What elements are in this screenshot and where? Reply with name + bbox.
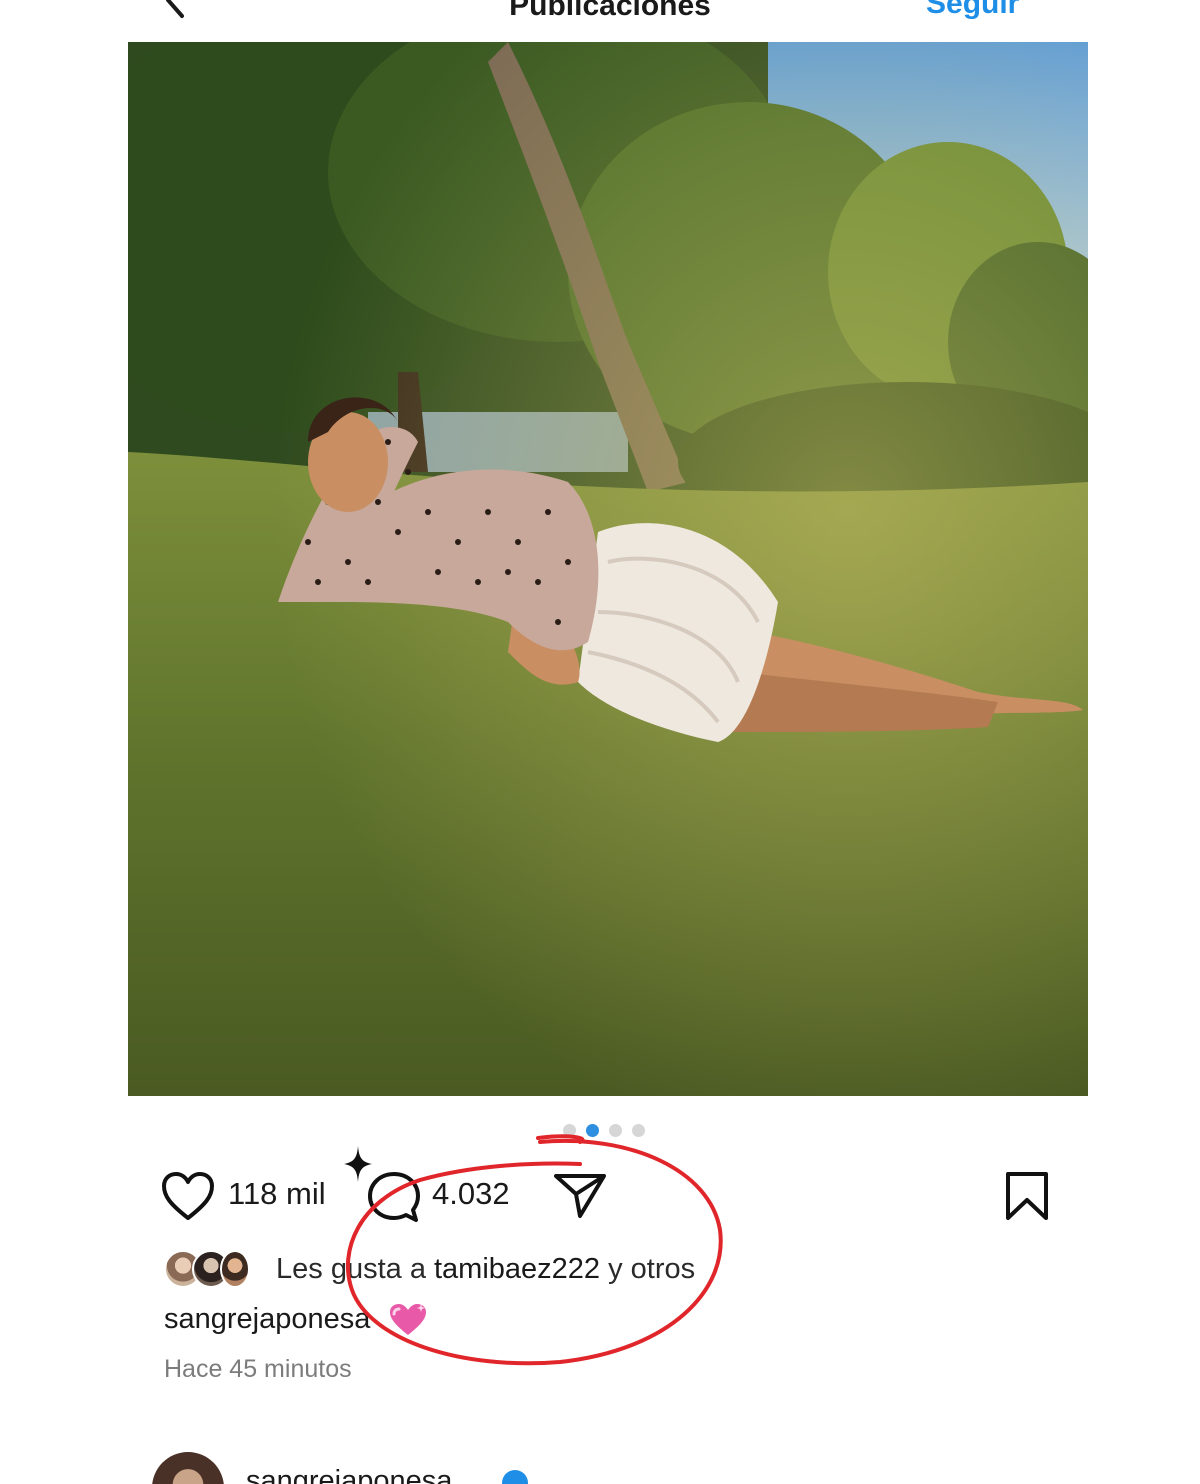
action-bar: 118 mil 4.032 xyxy=(0,1146,1200,1230)
post-caption: sangrejaponesa xyxy=(164,1300,428,1338)
carousel-dot xyxy=(632,1124,645,1137)
liked-by-text: Les gusta a tamibaez222 y otros xyxy=(276,1252,695,1286)
post-image xyxy=(128,42,1088,1096)
liker-avatars xyxy=(164,1250,274,1290)
carousel-indicator xyxy=(563,1124,645,1137)
post-timestamp: Hace 45 minutos xyxy=(164,1355,352,1383)
top-bar: Publicaciones Seguir xyxy=(0,0,1200,40)
heart-outline-icon[interactable] xyxy=(160,1170,216,1222)
comment-count[interactable]: 4.032 xyxy=(432,1176,510,1212)
follow-button[interactable]: Seguir xyxy=(926,0,1019,22)
paper-plane-icon[interactable] xyxy=(552,1170,608,1220)
next-post-username[interactable]: sangrejaponesa xyxy=(246,1464,452,1484)
liked-by-row[interactable]: Les gusta a tamibaez222 y otros xyxy=(164,1250,964,1290)
liked-by-username[interactable]: tamibaez222 xyxy=(434,1253,600,1285)
bookmark-outline-icon[interactable] xyxy=(1004,1170,1050,1222)
caption-username[interactable]: sangrejaponesa xyxy=(164,1303,370,1335)
next-post-header: sangrejaponesa xyxy=(0,1440,1200,1484)
comment-bubble-icon[interactable] xyxy=(366,1168,422,1226)
avatar xyxy=(220,1250,250,1288)
carousel-dot xyxy=(609,1124,622,1137)
post-photo[interactable] xyxy=(128,42,1088,1096)
like-count[interactable]: 118 mil xyxy=(228,1176,326,1212)
verified-badge-icon xyxy=(502,1470,528,1484)
avatar[interactable] xyxy=(152,1452,224,1484)
carousel-dot-active xyxy=(586,1124,599,1137)
post-detail-screen: Publicaciones Seguir 118 mil 4.032 Les g… xyxy=(0,0,1200,1484)
liked-by-suffix[interactable]: y otros xyxy=(600,1253,695,1285)
liked-by-prefix: Les gusta a xyxy=(276,1253,434,1285)
page-title: Publicaciones xyxy=(509,0,711,22)
sparkling-heart-icon xyxy=(390,1304,427,1336)
carousel-dot xyxy=(563,1124,576,1137)
